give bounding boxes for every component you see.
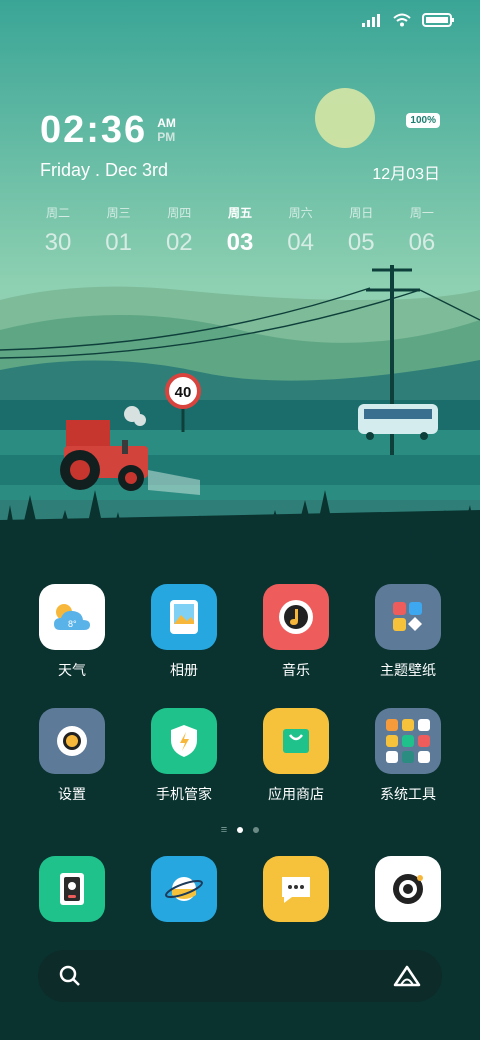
weekday-label: 周二 bbox=[45, 206, 70, 220]
date-number: 05 bbox=[347, 229, 375, 256]
camera-icon[interactable] bbox=[375, 856, 441, 922]
dock bbox=[16, 856, 464, 922]
week-day-today: 周五 03 bbox=[210, 204, 270, 257]
app-music[interactable]: 音乐 bbox=[240, 584, 352, 680]
browser-icon[interactable] bbox=[151, 856, 217, 922]
app-themes[interactable]: 主题壁纸 bbox=[352, 584, 464, 680]
speed-sign-text: 40 bbox=[175, 384, 192, 401]
date-number: 01 bbox=[105, 229, 132, 256]
app-label: 系统工具 bbox=[380, 786, 436, 802]
app-settings[interactable]: 设置 bbox=[16, 708, 128, 804]
pm-label: PM bbox=[157, 130, 176, 144]
date-number: 03 bbox=[226, 229, 254, 256]
weather-temp: 8° bbox=[68, 619, 77, 629]
app-store-icon[interactable] bbox=[263, 708, 329, 774]
app-label: 设置 bbox=[58, 786, 86, 802]
gallery-icon[interactable] bbox=[151, 584, 217, 650]
app-label: 音乐 bbox=[282, 662, 310, 678]
app-label: 应用商店 bbox=[268, 786, 324, 802]
app-label: 相册 bbox=[170, 662, 198, 678]
weekday-label: 周五 bbox=[227, 206, 252, 220]
folder-icon[interactable] bbox=[375, 708, 441, 774]
page-indicator[interactable]: ≡ bbox=[0, 824, 480, 836]
weather-icon[interactable]: 8° bbox=[39, 584, 105, 650]
week-day: 周六 04 bbox=[271, 204, 331, 257]
assistant-icon[interactable] bbox=[392, 964, 422, 988]
date-number: 06 bbox=[408, 229, 436, 256]
themes-icon[interactable] bbox=[375, 584, 441, 650]
app-label: 天气 bbox=[58, 662, 86, 678]
app-weather[interactable]: 8° 天气 bbox=[16, 584, 128, 680]
dock-phone[interactable] bbox=[16, 856, 128, 922]
week-calendar: 周二 30 周三 01 周四 02 周五 03 周六 04 周日 05 周一 06 bbox=[28, 204, 452, 257]
page-dot[interactable] bbox=[253, 827, 260, 833]
weekday-label: 周一 bbox=[409, 206, 434, 220]
app-grid: 8° 天气 相册 音乐 主题壁纸 设置 手机管家 应用商店 系统工具 bbox=[16, 584, 464, 832]
app-gallery[interactable]: 相册 bbox=[128, 584, 240, 680]
wallpaper: 40 bbox=[0, 0, 480, 560]
time-text: 02:36 bbox=[40, 109, 148, 151]
week-day: 周日 05 bbox=[331, 204, 391, 257]
app-label: 手机管家 bbox=[156, 786, 212, 802]
battery-percent: 100% bbox=[406, 113, 440, 128]
date-english: Friday . Dec 3rd bbox=[40, 160, 169, 180]
am-label: AM bbox=[157, 116, 176, 130]
phone-icon[interactable] bbox=[39, 856, 105, 922]
app-system-tools-folder[interactable]: 系统工具 bbox=[352, 708, 464, 804]
am-pm-indicator: AM PM bbox=[157, 116, 176, 144]
week-day: 周二 30 bbox=[28, 204, 88, 257]
music-icon[interactable] bbox=[263, 584, 329, 650]
status-bar bbox=[362, 12, 456, 28]
week-day: 周三 01 bbox=[89, 204, 149, 257]
weekday-label: 周六 bbox=[288, 206, 313, 220]
weekday-label: 周三 bbox=[106, 206, 131, 220]
app-label: 主题壁纸 bbox=[380, 662, 436, 678]
signal-icon bbox=[362, 14, 380, 27]
weekday-label: 周四 bbox=[167, 206, 192, 220]
page-dot-active[interactable] bbox=[237, 827, 244, 833]
date-chinese: 12月03日 bbox=[372, 166, 440, 183]
security-icon[interactable] bbox=[151, 708, 217, 774]
week-day: 周一 06 bbox=[392, 204, 452, 257]
messages-icon[interactable] bbox=[263, 856, 329, 922]
date-number: 04 bbox=[287, 229, 314, 256]
search-bar[interactable] bbox=[38, 950, 442, 1002]
clock-widget[interactable]: 02:36 AM PM bbox=[40, 110, 176, 150]
app-security[interactable]: 手机管家 bbox=[128, 708, 240, 804]
weekday-label: 周日 bbox=[349, 206, 374, 220]
dock-browser[interactable] bbox=[128, 856, 240, 922]
week-day: 周四 02 bbox=[149, 204, 209, 257]
battery-icon bbox=[422, 13, 454, 27]
app-store[interactable]: 应用商店 bbox=[240, 708, 352, 804]
dock-camera[interactable] bbox=[352, 856, 464, 922]
date-number: 02 bbox=[165, 229, 193, 256]
date-number: 30 bbox=[44, 229, 72, 256]
wifi-icon bbox=[393, 13, 411, 27]
dock-messages[interactable] bbox=[240, 856, 352, 922]
menu-lines-icon[interactable]: ≡ bbox=[221, 824, 227, 836]
search-icon[interactable] bbox=[58, 964, 82, 988]
settings-icon[interactable] bbox=[39, 708, 105, 774]
